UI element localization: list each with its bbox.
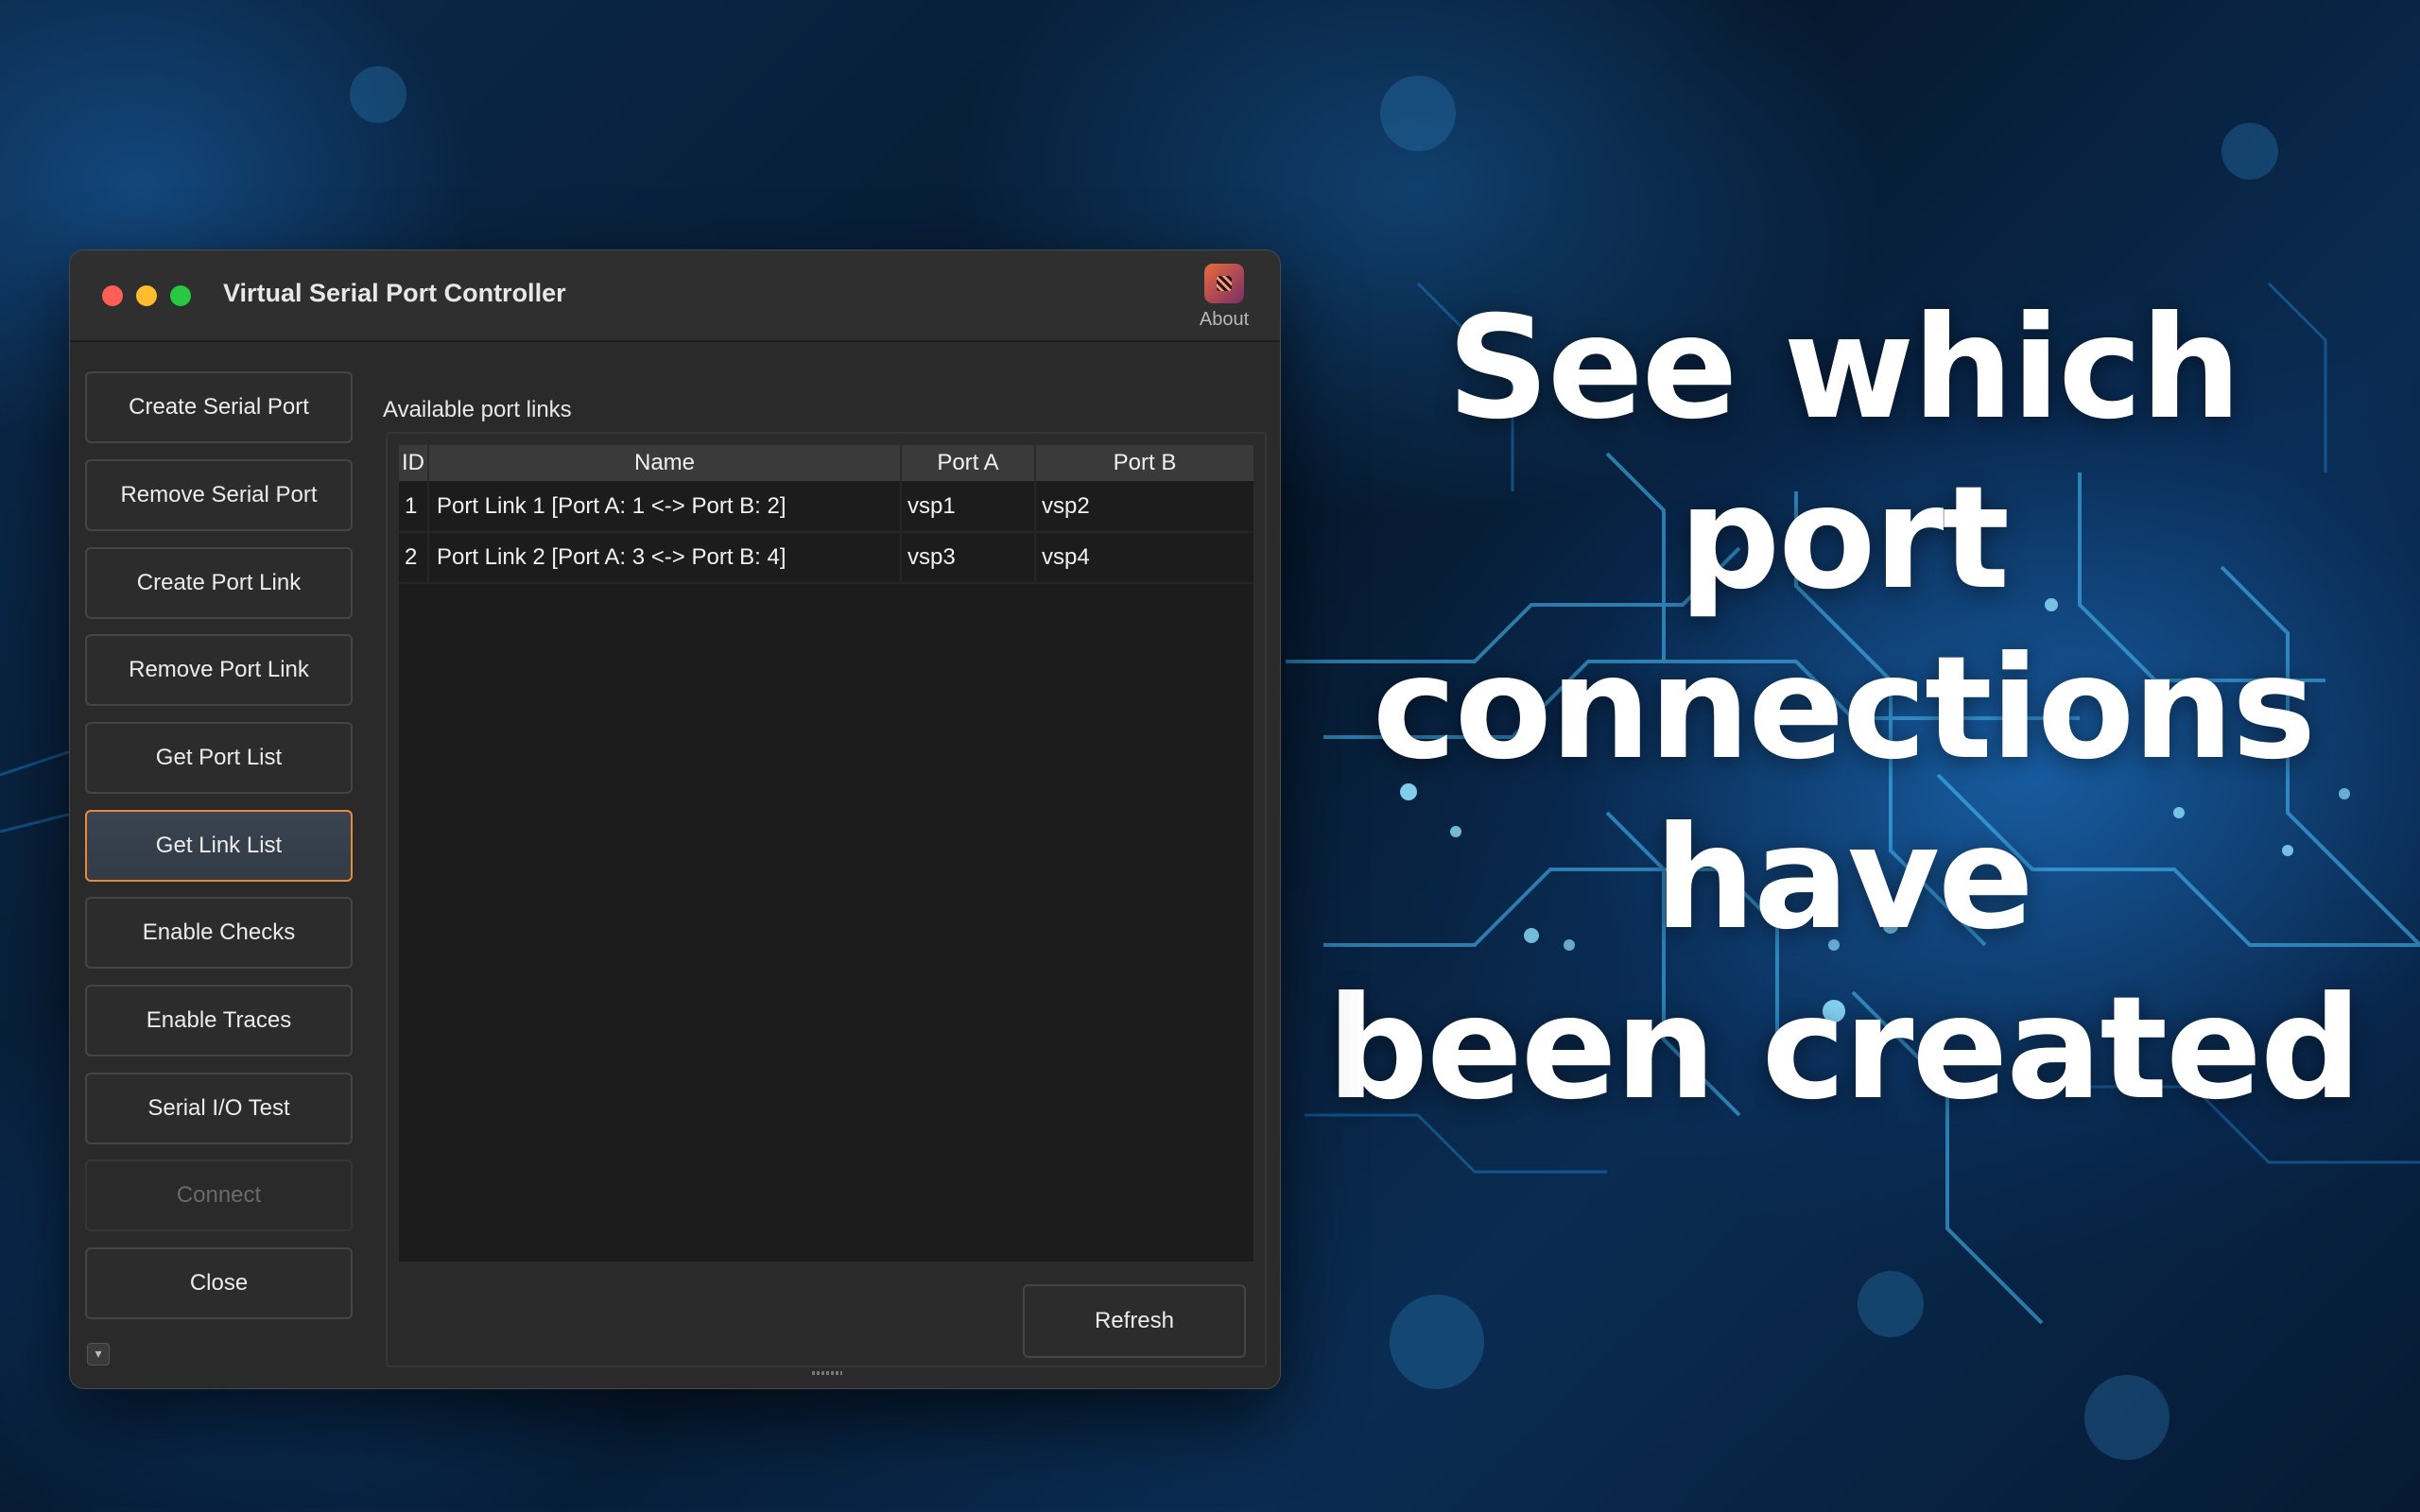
get-link-list-button[interactable]: Get Link List	[85, 810, 353, 882]
cell-port-a: vsp1	[908, 481, 1036, 531]
column-header-port-b[interactable]: Port B	[1036, 445, 1253, 481]
app-logo-icon	[1204, 264, 1244, 303]
serial-io-test-button[interactable]: Serial I/O Test	[85, 1073, 353, 1144]
table-row[interactable]: 2 Port Link 2 [Port A: 3 <-> Port B: 4] …	[399, 532, 1253, 584]
cell-name: Port Link 2 [Port A: 3 <-> Port B: 4]	[437, 532, 902, 582]
get-port-list-button[interactable]: Get Port List	[85, 722, 353, 794]
enable-traces-button[interactable]: Enable Traces	[85, 985, 353, 1057]
remove-port-link-button[interactable]: Remove Port Link	[85, 634, 353, 706]
close-window-button[interactable]	[102, 285, 123, 306]
about-label: About	[1199, 309, 1250, 330]
table-row[interactable]: 1 Port Link 1 [Port A: 1 <-> Port B: 2] …	[399, 481, 1253, 533]
cell-name: Port Link 1 [Port A: 1 <-> Port B: 2]	[437, 481, 902, 531]
zoom-window-button[interactable]	[170, 285, 191, 306]
about-button[interactable]: About	[1191, 264, 1257, 331]
promo-headline: See which port connections have been cre…	[1314, 284, 2373, 1134]
headline-line-2: connections have	[1372, 627, 2316, 961]
window-title: Virtual Serial Port Controller	[223, 279, 566, 307]
column-header-port-a[interactable]: Port A	[902, 445, 1036, 481]
enable-checks-button[interactable]: Enable Checks	[85, 897, 353, 969]
title-bar[interactable]: Virtual Serial Port Controller About	[70, 250, 1280, 342]
minimize-window-button[interactable]	[136, 285, 157, 306]
connect-button[interactable]: Connect	[85, 1160, 353, 1231]
remove-serial-port-button[interactable]: Remove Serial Port	[85, 459, 353, 531]
create-port-link-button[interactable]: Create Port Link	[85, 547, 353, 619]
app-window: Virtual Serial Port Controller About Cre…	[69, 249, 1281, 1389]
cell-port-a: vsp3	[908, 532, 1036, 582]
headline-line-3: been created	[1326, 967, 2362, 1131]
cell-port-b: vsp4	[1042, 544, 1090, 570]
cell-id: 1	[405, 481, 429, 531]
cell-port-b: vsp2	[1042, 493, 1090, 519]
column-header-id[interactable]: ID	[399, 445, 429, 481]
column-header-name[interactable]: Name	[429, 445, 902, 481]
create-serial-port-button[interactable]: Create Serial Port	[85, 371, 353, 443]
table-header: ID Name Port A Port B	[399, 445, 1253, 481]
chevron-down-icon[interactable]: ▾	[87, 1343, 110, 1366]
headline-line-1: See which port	[1446, 286, 2241, 621]
port-links-panel: ID Name Port A Port B 1 Port Link 1 [Por…	[386, 432, 1267, 1367]
close-button[interactable]: Close	[85, 1247, 353, 1319]
cell-id: 2	[405, 532, 429, 582]
refresh-button[interactable]: Refresh	[1023, 1284, 1246, 1358]
port-links-table[interactable]: ID Name Port A Port B 1 Port Link 1 [Por…	[399, 445, 1253, 1262]
resize-grip[interactable]	[812, 1371, 842, 1375]
section-label: Available port links	[383, 397, 572, 422]
